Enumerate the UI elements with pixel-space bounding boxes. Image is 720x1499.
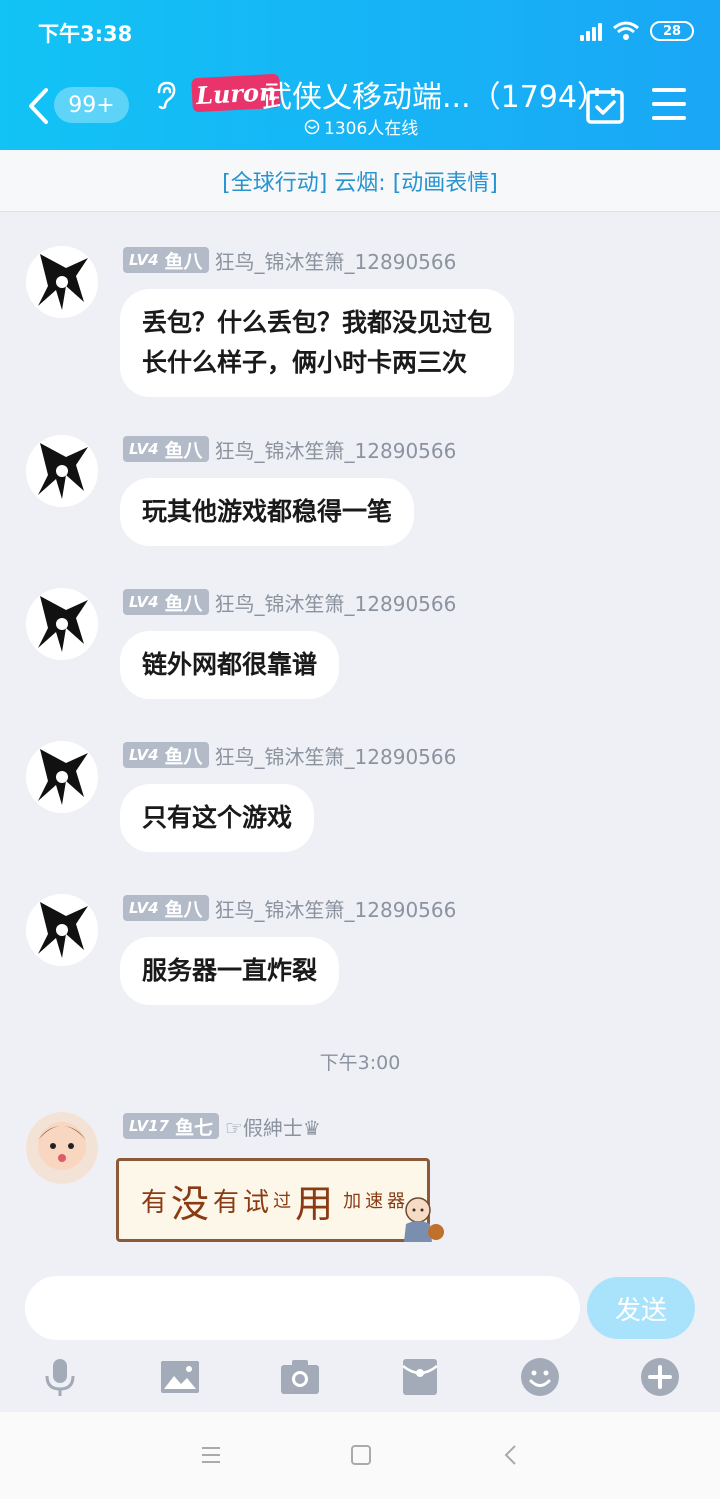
avatar[interactable] bbox=[26, 741, 98, 813]
camera-icon[interactable] bbox=[279, 1356, 321, 1398]
sender-meta: LV4 鱼八 狂鸟_锦沐笙箫_12890566 bbox=[123, 588, 456, 616]
check-circle-icon bbox=[304, 119, 320, 134]
sticker-char: 用 bbox=[295, 1181, 334, 1226]
back-nav-icon[interactable] bbox=[498, 1442, 524, 1468]
mic-icon[interactable] bbox=[39, 1356, 81, 1398]
menu-icon[interactable] bbox=[652, 88, 686, 120]
unread-badge[interactable]: 99+ bbox=[54, 87, 129, 123]
sender-meta: LV17 鱼七 ☞假紳士♛ bbox=[123, 1112, 321, 1140]
message-line: 链外网都很靠谱 bbox=[142, 650, 318, 679]
sender-name[interactable]: 狂鸟_锦沐笙箫_12890566 bbox=[215, 435, 457, 464]
message-line: 服务器一直炸裂 bbox=[142, 956, 318, 985]
red-packet-icon[interactable] bbox=[399, 1356, 441, 1398]
avatar[interactable] bbox=[26, 246, 98, 318]
calendar-check-icon[interactable] bbox=[586, 86, 624, 124]
message-input[interactable] bbox=[25, 1276, 580, 1340]
input-bar: 发送 bbox=[0, 1262, 720, 1412]
sticker-char: 速 bbox=[365, 1191, 384, 1212]
sender-meta: LV4 鱼八 狂鸟_锦沐笙箫_12890566 bbox=[123, 246, 456, 274]
ear-icon[interactable] bbox=[150, 80, 180, 110]
sender-meta: LV4 鱼八 狂鸟_锦沐笙箫_12890566 bbox=[123, 741, 456, 769]
sticker-char: 过 bbox=[273, 1191, 292, 1212]
sticker-char: 有 bbox=[213, 1187, 240, 1218]
monk-sticker-icon bbox=[404, 1197, 444, 1242]
level-badge: LV4 鱼八 bbox=[123, 895, 209, 921]
level-badge: LV17 鱼七 bbox=[123, 1113, 219, 1139]
sender-name[interactable]: 狂鸟_锦沐笙箫_12890566 bbox=[215, 246, 457, 275]
wifi-icon bbox=[613, 21, 639, 40]
plus-icon[interactable] bbox=[639, 1356, 681, 1398]
group-title[interactable]: 武侠乂移动端...（1794） bbox=[262, 72, 607, 116]
level-badge: LV4 鱼八 bbox=[123, 742, 209, 768]
battery-indicator: 28 bbox=[650, 21, 694, 41]
message-line: 只有这个游戏 bbox=[142, 803, 293, 832]
message-line: 丢包？什么丢包？我都没见过包 bbox=[142, 308, 493, 337]
time-separator: 下午3:00 bbox=[319, 1052, 401, 1074]
message-bubble[interactable]: 丢包？什么丢包？我都没见过包 长什么样子，俩小时卡两三次 bbox=[120, 289, 515, 397]
message-bubble[interactable]: 服务器一直炸裂 bbox=[120, 937, 340, 1005]
message-bubble[interactable]: 链外网都很靠谱 bbox=[120, 631, 340, 699]
sender-name[interactable]: 狂鸟_锦沐笙箫_12890566 bbox=[215, 741, 457, 770]
level-badge: LV4 鱼八 bbox=[123, 247, 209, 273]
online-count-text: 1306人在线 bbox=[324, 119, 419, 139]
level-badge: LV4 鱼八 bbox=[123, 436, 209, 462]
status-time: 下午3:38 bbox=[38, 22, 133, 46]
message-line: 长什么样子，俩小时卡两三次 bbox=[142, 348, 468, 377]
avatar[interactable] bbox=[26, 435, 98, 507]
avatar[interactable] bbox=[26, 894, 98, 966]
sticker-char: 没 bbox=[171, 1181, 210, 1226]
avatar[interactable] bbox=[26, 588, 98, 660]
announcement-bar[interactable]: [全球行动] 云烟: [动画表情] bbox=[0, 150, 720, 212]
sticker-char: 有 bbox=[141, 1187, 168, 1218]
online-count: 1306人在线 bbox=[304, 114, 418, 139]
sticker-message[interactable]: 有 没 有 试 过 用 加 速 器 bbox=[116, 1158, 430, 1242]
sticker-char: 加 bbox=[343, 1191, 362, 1212]
sender-name[interactable]: ☞假紳士♛ bbox=[225, 1112, 321, 1141]
avatar[interactable] bbox=[26, 1112, 98, 1184]
home-icon[interactable] bbox=[348, 1442, 374, 1468]
sticker-char: 试 bbox=[243, 1187, 270, 1218]
sender-name[interactable]: 狂鸟_锦沐笙箫_12890566 bbox=[215, 588, 457, 617]
sender-meta: LV4 鱼八 狂鸟_锦沐笙箫_12890566 bbox=[123, 435, 456, 463]
message-line: 玩其他游戏都稳得一笔 bbox=[142, 497, 393, 526]
recent-apps-icon[interactable] bbox=[198, 1442, 224, 1468]
back-button[interactable] bbox=[26, 86, 50, 126]
status-icons: 28 bbox=[580, 20, 694, 42]
signal-icon bbox=[580, 21, 602, 41]
message-bubble[interactable]: 只有这个游戏 bbox=[120, 784, 315, 852]
sender-name[interactable]: 狂鸟_锦沐笙箫_12890566 bbox=[215, 894, 457, 923]
level-badge: LV4 鱼八 bbox=[123, 589, 209, 615]
message-bubble[interactable]: 玩其他游戏都稳得一笔 bbox=[120, 478, 415, 546]
emoji-icon[interactable] bbox=[519, 1356, 561, 1398]
image-icon[interactable] bbox=[159, 1356, 201, 1398]
send-button[interactable]: 发送 bbox=[587, 1277, 695, 1339]
sender-meta: LV4 鱼八 狂鸟_锦沐笙箫_12890566 bbox=[123, 894, 456, 922]
system-nav-bar bbox=[0, 1412, 720, 1499]
header-bar: 下午3:38 28 99+ Luron 武侠乂移动端...（1794） 1306… bbox=[0, 0, 720, 150]
